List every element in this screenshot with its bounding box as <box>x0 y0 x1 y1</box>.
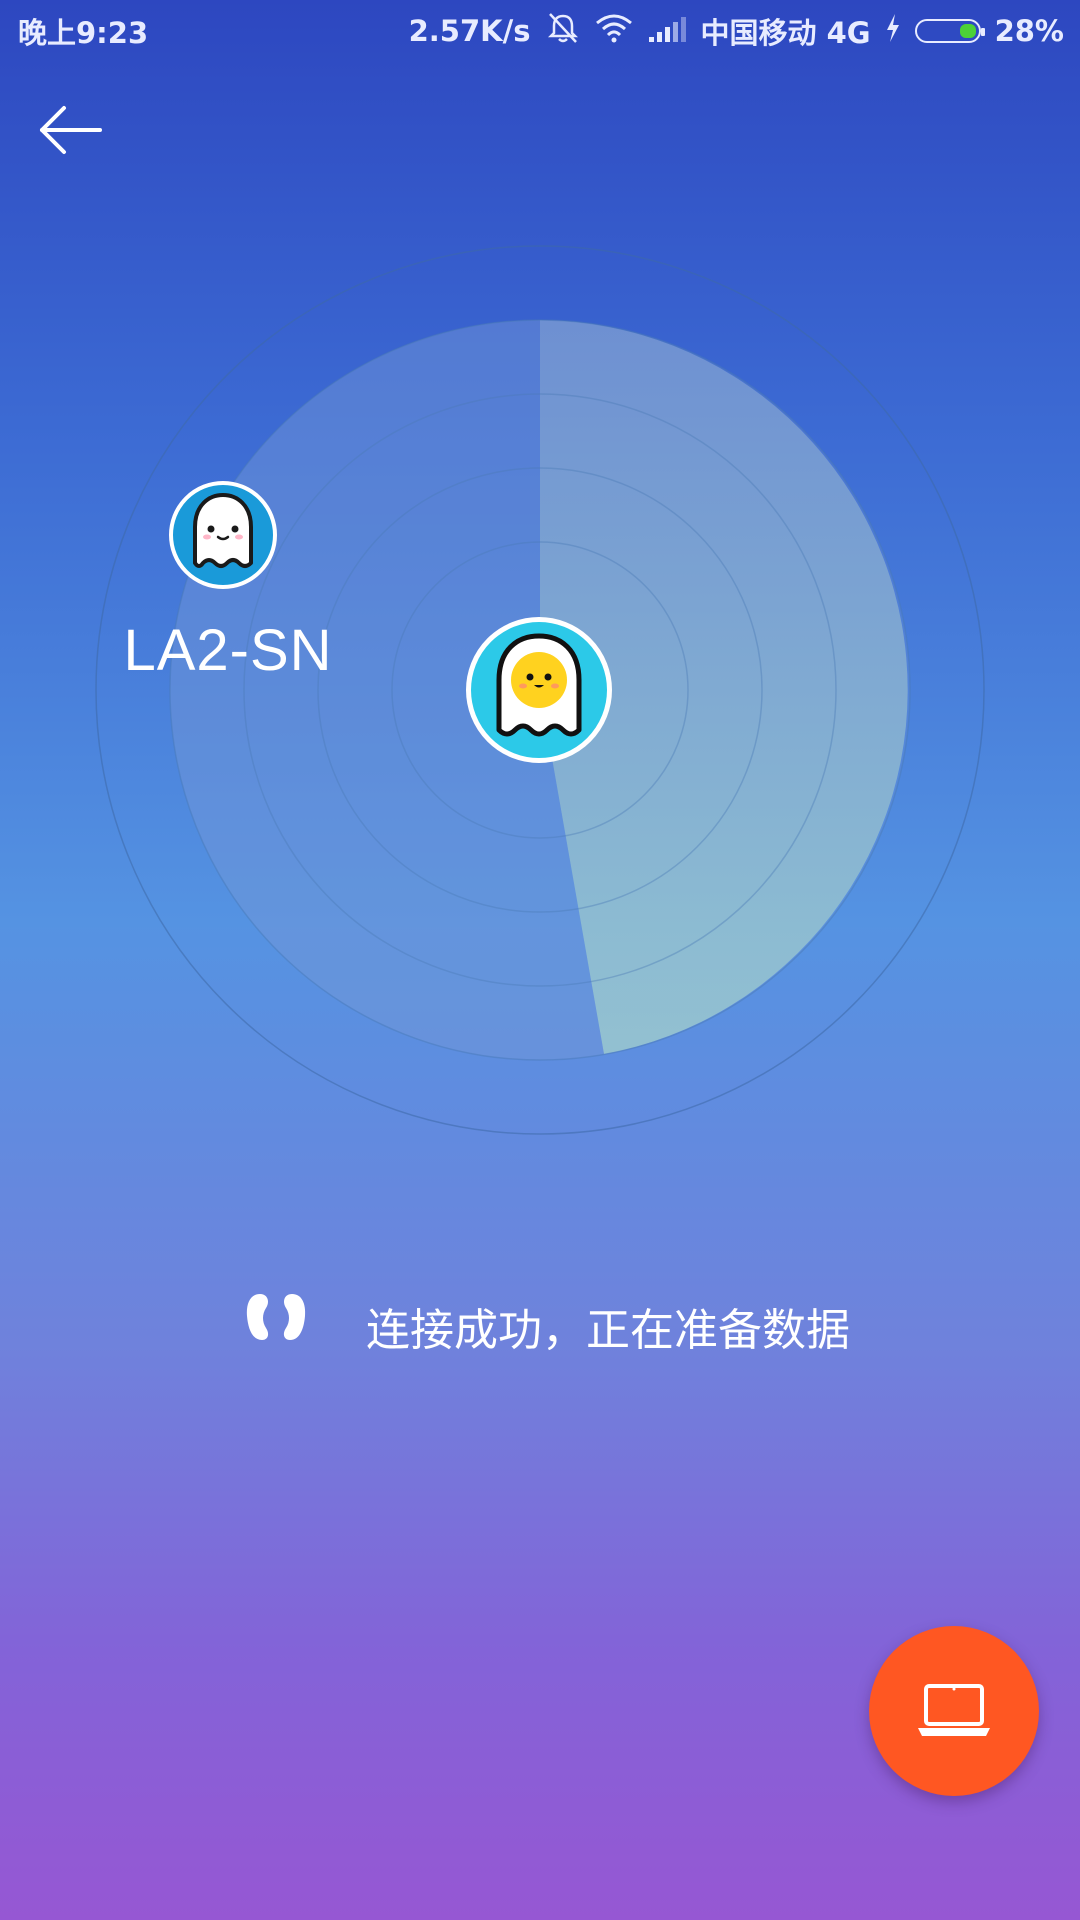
connection-status: 连接成功，正在准备数据 <box>0 1290 1080 1356</box>
radar-view <box>95 245 985 1135</box>
status-message: 连接成功，正在准备数据 <box>366 1305 850 1356</box>
computer-connect-button[interactable] <box>869 1626 1039 1796</box>
device-name[interactable]: LA2-SN <box>118 617 338 684</box>
ghost-sun-icon <box>496 633 582 737</box>
ghost-icon <box>193 493 253 568</box>
screen: 晚上9:23 2.57K/s 中国移动 4G 28% LA2-SN 连接成功，正… <box>0 0 1080 1920</box>
self-avatar <box>466 617 612 763</box>
laptop-icon <box>918 1684 990 1736</box>
device-avatar[interactable] <box>169 481 277 589</box>
quote-icon <box>240 1290 312 1350</box>
